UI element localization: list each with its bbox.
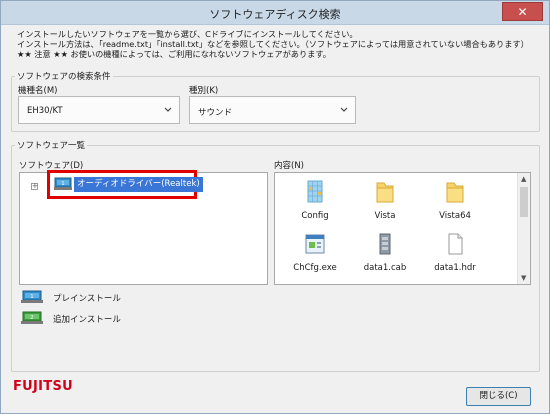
window-title: ソフトウェアディスク検索 xyxy=(209,8,341,21)
chevron-down-icon xyxy=(340,107,348,112)
title-bar: ソフトウェアディスク検索 ✕ xyxy=(1,1,549,25)
instruction-line-3: ★★ 注意 ★★ お使いの機種によっては、ご利用になれないソフトウェアがあります… xyxy=(17,49,331,59)
exe-icon xyxy=(305,234,325,254)
scroll-down-icon[interactable]: ▼ xyxy=(521,274,526,282)
cab-archive-icon xyxy=(379,233,391,255)
file-item[interactable]: data1.cab xyxy=(355,231,415,273)
config-folder-icon xyxy=(307,180,323,203)
tree-item[interactable]: 1 オーディオドライバー(Realtek) xyxy=(52,175,203,194)
model-value: EH30/KT xyxy=(27,106,63,116)
file-name: Config xyxy=(301,211,329,221)
add-install-icon: 2 xyxy=(21,311,43,324)
contents-scrollbar[interactable]: ▲ ▼ xyxy=(517,173,530,284)
expand-icon[interactable]: + xyxy=(31,183,38,190)
pre-install-icon: 1 xyxy=(21,290,43,303)
type-select[interactable]: サウンド xyxy=(189,96,356,124)
close-button[interactable]: 閉じる(C) xyxy=(466,387,531,406)
type-label: 種別(K) xyxy=(189,86,219,96)
file-name: ChCfg.exe xyxy=(293,263,337,273)
legend-pre-install-label: プレインストール xyxy=(53,294,121,304)
instruction-line-2: インストール方法は、「readme.txt」「install.txt」などを参照… xyxy=(17,39,529,49)
file-item[interactable]: ChCfg.exe xyxy=(285,231,345,273)
svg-text:1: 1 xyxy=(61,181,64,187)
folder-icon xyxy=(446,182,464,203)
file-item[interactable]: Vista64 xyxy=(425,179,485,221)
pre-install-icon: 1 xyxy=(54,177,72,190)
type-value: サウンド xyxy=(198,108,233,118)
search-conditions-title: ソフトウェアの検索条件 xyxy=(15,70,113,82)
software-tree[interactable]: + 1 オーディオドライバー(Realtek) xyxy=(19,170,268,285)
legend-add-install-label: 追加インストール xyxy=(53,315,121,325)
svg-text:1: 1 xyxy=(30,294,33,300)
selection-highlight-box: 1 オーディオドライバー(Realtek) xyxy=(47,170,203,199)
window-close-button[interactable]: ✕ xyxy=(502,2,543,21)
file-item[interactable]: data1.hdr xyxy=(425,231,485,273)
file-name: data1.hdr xyxy=(434,263,476,273)
instruction-line-1: インストールしたいソフトウェアを一覧から選び、Cドライブにインストールしてくださ… xyxy=(17,29,358,39)
scroll-thumb[interactable] xyxy=(520,187,528,217)
file-name: Vista xyxy=(374,211,396,221)
folder-icon xyxy=(376,182,394,203)
contents-view[interactable]: Config Vista Vista64 ChCfg.exe data1.cab… xyxy=(274,172,531,285)
software-disc-search-window: ソフトウェアディスク検索 ✕ インストールしたいソフトウェアを一覧から選び、Cド… xyxy=(0,0,550,414)
fujitsu-logo: FUJITSU xyxy=(13,379,73,394)
svg-text:2: 2 xyxy=(30,315,33,321)
contents-label: 内容(N) xyxy=(274,161,304,171)
file-item[interactable]: Vista xyxy=(355,179,415,221)
document-icon xyxy=(448,233,463,255)
model-label: 機種名(M) xyxy=(18,86,58,96)
scroll-up-icon[interactable]: ▲ xyxy=(521,175,526,183)
file-item[interactable]: Config xyxy=(285,179,345,221)
tree-item-label: オーディオドライバー(Realtek) xyxy=(74,177,203,192)
file-name: data1.cab xyxy=(363,263,407,273)
chevron-down-icon xyxy=(164,107,172,112)
file-name: Vista64 xyxy=(439,211,471,221)
software-list-title: ソフトウェア一覧 xyxy=(15,139,88,151)
instructions: インストールしたいソフトウェアを一覧から選び、Cドライブにインストールしてくださ… xyxy=(17,29,529,59)
model-select[interactable]: EH30/KT xyxy=(18,96,180,124)
